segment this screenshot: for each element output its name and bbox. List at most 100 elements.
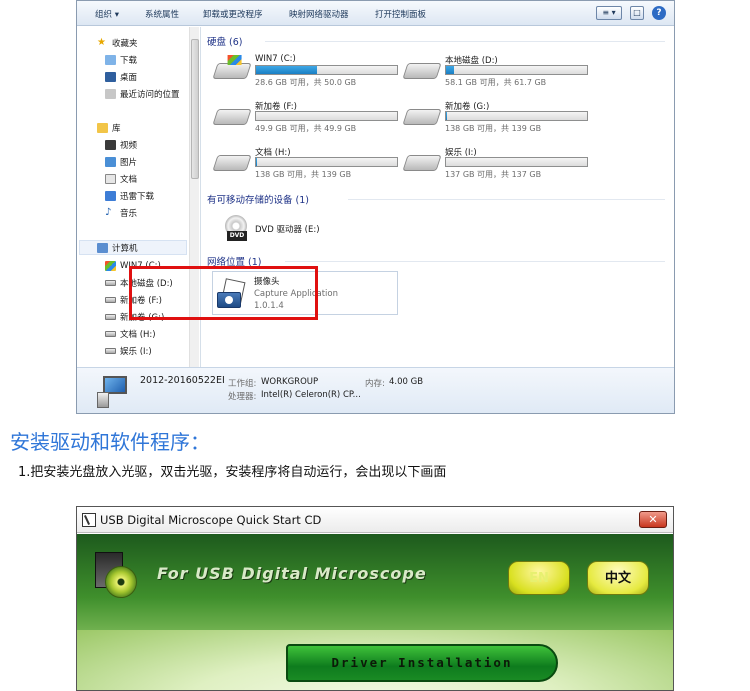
usage-fill [256, 158, 258, 166]
cd-window-titlebar: USB Digital Microscope Quick Start CD ✕ [77, 507, 673, 533]
nav-videos[interactable]: 视频 [105, 137, 137, 152]
details-pane: 2012-20160522EI 工作组: WORKGROUP 内存: 4.00 … [77, 367, 674, 413]
dvd-drive-icon: DVD [223, 215, 249, 243]
nav-label: 音乐 [120, 208, 138, 219]
drive-item-i[interactable]: 娱乐 (I:) 137 GB 可用，共 137 GB [402, 145, 595, 183]
cpu-value: Intel(R) Celeron(R) CP... [261, 390, 361, 400]
nav-label: 最近访问的位置 [120, 89, 180, 100]
usage-fill [446, 66, 455, 74]
documents-icon [105, 173, 116, 184]
windows-drive-icon [105, 260, 116, 271]
nav-downloads[interactable]: 下载 [105, 52, 137, 67]
open-control-panel-button[interactable]: 打开控制面板 [375, 8, 426, 20]
windows-drive-icon [212, 63, 252, 79]
nav-pictures[interactable]: 图片 [105, 154, 137, 169]
drive-size: 58.1 GB 可用，共 61.7 GB [445, 78, 547, 87]
pictures-icon [105, 156, 116, 167]
drive-icon [402, 155, 442, 171]
group-divider [285, 261, 665, 262]
tower [97, 392, 109, 408]
cd-window-body: For USB Digital Microscope EN 中文 Driver … [77, 534, 673, 690]
step-instruction: 1.把安装光盘放入光驱，双击光驱，安装程序将自动运行，会出现以下画面 [18, 465, 447, 480]
drive-icon [402, 109, 442, 125]
nav-label: 娱乐 (I:) [120, 346, 152, 357]
nav-thunder-downloads[interactable]: 迅雷下载 [105, 188, 154, 203]
group-header-removable[interactable]: 有可移动存储的设备 (1) [207, 192, 309, 206]
nav-label: 文档 [120, 174, 138, 185]
group-divider [348, 199, 665, 200]
scrollbar-thumb[interactable] [191, 39, 199, 179]
drive-icon [212, 155, 252, 171]
nav-desktop[interactable]: 桌面 [105, 69, 137, 84]
cd-window-title: USB Digital Microscope Quick Start CD [100, 513, 322, 527]
memory-value: 4.00 GB [389, 377, 424, 387]
drive-usage-bar [255, 65, 398, 75]
workgroup-label: 工作组: [228, 379, 257, 389]
drive-name: WIN7 (C:) [255, 54, 296, 64]
computer-icon [97, 242, 108, 253]
nav-label: 图片 [120, 157, 138, 168]
system-properties-button[interactable]: 系统属性 [145, 8, 179, 20]
nav-drive-h[interactable]: 文档 (H:) [105, 326, 156, 341]
nav-label: 视频 [120, 140, 138, 151]
downloads-icon [105, 54, 116, 65]
nav-computer[interactable]: 计算机 [97, 240, 138, 255]
map-network-drive-button[interactable]: 映射网络驱动器 [289, 8, 349, 20]
help-icon[interactable]: ? [652, 6, 666, 20]
drive-size: 28.6 GB 可用，共 50.0 GB [255, 78, 357, 87]
dvd-badge: DVD [227, 231, 247, 241]
drive-item-g[interactable]: 新加卷 (G:) 138 GB 可用，共 139 GB [402, 99, 595, 137]
preview-pane-icon[interactable]: □ [630, 6, 644, 20]
drive-size: 138 GB 可用，共 139 GB [255, 170, 352, 179]
dvd-drive-label: DVD 驱动器 (E:) [255, 225, 320, 235]
language-en-button[interactable]: EN [508, 561, 570, 595]
memory-label: 内存: [365, 379, 385, 389]
nav-documents[interactable]: 文档 [105, 171, 137, 186]
nav-drive-i[interactable]: 娱乐 (I:) [105, 343, 152, 358]
drive-usage-bar [445, 111, 588, 121]
drive-icon [105, 313, 116, 320]
thunder-icon [105, 190, 116, 201]
explorer-window: 组织 ▾ 系统属性 卸载或更改程序 映射网络驱动器 打开控制面板 ≡ ▾ □ ?… [76, 0, 675, 414]
drive-size: 138 GB 可用，共 139 GB [445, 124, 542, 133]
organize-menu[interactable]: 组织 ▾ [95, 8, 119, 20]
drive-icon [402, 63, 442, 79]
workgroup-value: WORKGROUP [261, 377, 319, 387]
uninstall-programs-button[interactable]: 卸载或更改程序 [203, 8, 263, 20]
language-cn-button[interactable]: 中文 [587, 561, 649, 595]
group-divider [265, 41, 665, 42]
nav-label: 迅雷下载 [120, 191, 155, 202]
desktop-icon [105, 71, 116, 82]
music-icon: ♪ [105, 206, 112, 218]
star-icon: ★ [97, 36, 106, 48]
drive-icon [105, 347, 116, 354]
view-options-icon[interactable]: ≡ ▾ [596, 6, 622, 20]
dvd-drive-item[interactable]: DVD DVD 驱动器 (E:) [223, 215, 343, 245]
recent-places-icon [105, 88, 116, 99]
nav-label: 文档 (H:) [120, 329, 156, 340]
close-button[interactable]: ✕ [639, 511, 667, 528]
drive-item-c[interactable]: WIN7 (C:) 28.6 GB 可用，共 50.0 GB [212, 53, 405, 91]
drive-item-h[interactable]: 文档 (H:) 138 GB 可用，共 139 GB [212, 145, 405, 183]
section-title: 安装驱动和软件程序： [10, 430, 210, 454]
group-header-hdd[interactable]: 硬盘 (6) [207, 34, 242, 48]
explorer-toolbar: 组织 ▾ 系统属性 卸载或更改程序 映射网络驱动器 打开控制面板 ≡ ▾ □ ? [77, 1, 674, 26]
annotation-highlight-box [129, 266, 318, 320]
nav-favorites[interactable]: ★ 收藏夹 [97, 35, 138, 50]
usage-fill [446, 112, 448, 120]
nav-recent[interactable]: 最近访问的位置 [105, 86, 180, 101]
libraries-icon [97, 122, 108, 133]
computer-icon [97, 376, 129, 408]
cpu-label: 处理器: [228, 392, 257, 402]
drive-icon [105, 279, 116, 286]
nav-libraries[interactable]: 库 [97, 120, 121, 135]
drive-icon [212, 109, 252, 125]
cd-autorun-window: USB Digital Microscope Quick Start CD ✕ … [76, 506, 674, 691]
drive-item-f[interactable]: 新加卷 (F:) 49.9 GB 可用，共 49.9 GB [212, 99, 405, 137]
nav-music[interactable]: ♪ 音乐 [105, 205, 137, 220]
drive-usage-bar [255, 157, 398, 167]
drive-item-d[interactable]: 本地磁盘 (D:) 58.1 GB 可用，共 61.7 GB [402, 53, 595, 91]
drive-usage-bar [445, 65, 588, 75]
driver-installation-button[interactable]: Driver Installation [286, 644, 558, 682]
drive-size: 49.9 GB 可用，共 49.9 GB [255, 124, 357, 133]
